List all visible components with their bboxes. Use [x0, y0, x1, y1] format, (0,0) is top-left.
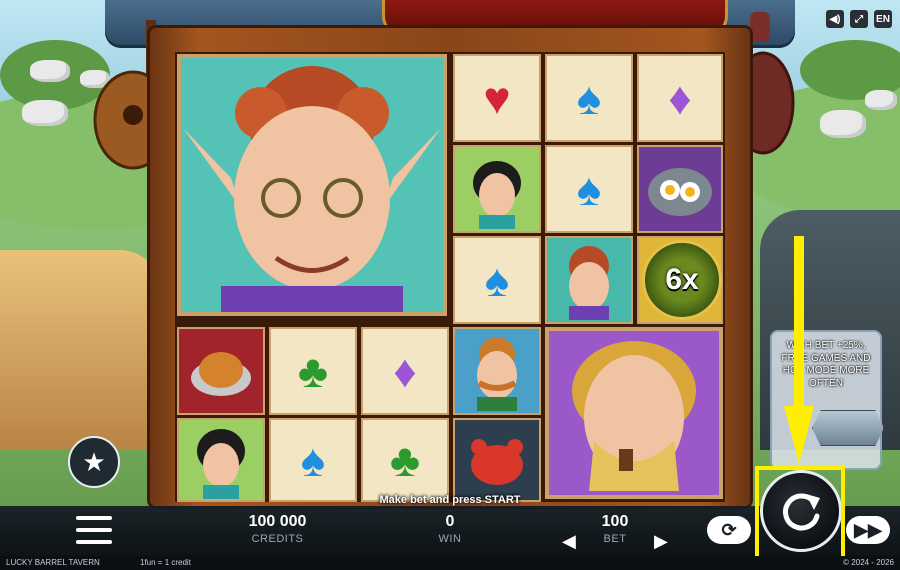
win-display: 0 WIN: [420, 513, 480, 545]
food-table: [0, 250, 160, 450]
symbol-grandma-elf-big: [177, 54, 447, 316]
sheep: [865, 90, 897, 110]
symbol-grandma-elf: [545, 236, 633, 324]
language-label: EN: [876, 13, 890, 25]
win-value: 0: [445, 513, 455, 530]
sound-icon[interactable]: ◀): [826, 10, 844, 28]
symbol-heart: ♥: [453, 54, 541, 142]
win-label: WIN: [438, 533, 462, 545]
symbol-black-hair-elf: [453, 145, 541, 233]
symbol-diamond: ♦: [361, 327, 449, 415]
game-name: LUCKY BARREL TAVERN: [6, 558, 100, 567]
top-right-controls: ◀) ⤢ EN: [826, 10, 892, 28]
symbol-spade: ♠: [545, 145, 633, 233]
autoplay-button[interactable]: ⟳: [707, 516, 751, 544]
symbol-lobster: [453, 418, 541, 502]
star-icon: ★: [82, 446, 106, 477]
symbol-blonde-dwarf-big: [545, 327, 723, 499]
symbol-spade: ♠: [545, 54, 633, 142]
language-button[interactable]: EN: [874, 10, 892, 28]
rate-info: 1fun = 1 credit: [140, 558, 191, 567]
symbol-spade: ♠: [453, 236, 541, 324]
highlight-box: [755, 466, 845, 560]
autoplay-icon: ⟳: [721, 519, 737, 540]
favorite-star-button[interactable]: ★: [68, 436, 120, 488]
turbo-button[interactable]: ▶▶: [846, 516, 890, 544]
bet-value: 100: [601, 513, 629, 530]
multiplier-badge: 6x: [642, 240, 722, 320]
sheep: [820, 110, 866, 138]
symbol-black-hair-elf: [177, 418, 265, 502]
symbol-diamond: ♦: [637, 54, 723, 142]
footer-strip: LUCKY BARREL TAVERN 1fun = 1 credit © 20…: [0, 556, 900, 570]
multiplier-label: 6x: [665, 263, 699, 296]
credits-value: 100 000: [248, 513, 307, 530]
symbol-roast-chicken: [177, 327, 265, 415]
bet-display: 100 BET: [585, 513, 645, 545]
symbol-club: ♣: [361, 418, 449, 502]
bet-boost-toggle[interactable]: [812, 410, 884, 446]
fast-forward-icon: ▶▶: [854, 519, 882, 540]
sheep: [30, 60, 70, 82]
status-message: Make bet and press START: [379, 494, 521, 506]
bet-label: BET: [603, 533, 627, 545]
symbol-fried-egg-pan: [637, 145, 723, 233]
hamburger-line: [76, 516, 112, 520]
hamburger-line: [76, 528, 112, 532]
menu-button[interactable]: [76, 516, 112, 544]
symbol-club: ♣: [269, 327, 357, 415]
fullscreen-icon[interactable]: ⤢: [850, 10, 868, 28]
symbol-spade: ♠: [269, 418, 357, 502]
bet-decrease-button[interactable]: ◀: [562, 531, 576, 552]
bet-increase-button[interactable]: ▶: [654, 531, 668, 552]
highlight-arrow: [784, 236, 814, 464]
copyright: © 2024 - 2026: [843, 558, 894, 567]
credits-display: 100 000 CREDITS: [230, 513, 325, 545]
symbol-mustache-elf: [453, 327, 541, 415]
credits-label: CREDITS: [251, 533, 304, 545]
sheep: [22, 100, 68, 126]
hamburger-line: [76, 540, 112, 544]
